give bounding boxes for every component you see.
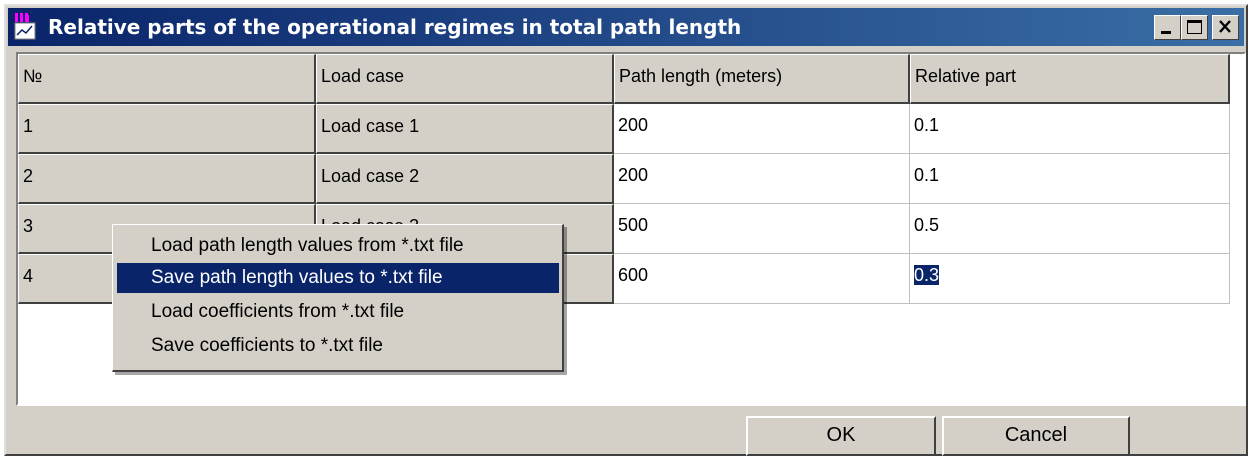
context-menu: Load path length values from *.txt file … <box>112 224 564 372</box>
path-length-cell[interactable]: 600 <box>614 254 910 304</box>
close-button[interactable] <box>1212 15 1239 40</box>
menu-item-load-coefficients[interactable]: Load coefficients from *.txt file <box>117 297 559 327</box>
relative-part-cell[interactable]: 0.1 <box>910 104 1230 154</box>
app-icon <box>14 13 44 41</box>
load-case-cell: Load case 2 <box>316 154 614 204</box>
selected-cell-text: 0.3 <box>914 265 940 285</box>
relative-part-cell[interactable]: 0.1 <box>910 154 1230 204</box>
minimize-icon <box>1161 31 1171 34</box>
relative-part-cell-selected[interactable]: 0.3 <box>910 254 1230 304</box>
minimize-button[interactable] <box>1154 15 1181 40</box>
relative-part-cell[interactable]: 0.5 <box>910 204 1230 254</box>
maximize-button[interactable] <box>1181 15 1208 40</box>
menu-item-save-coefficients[interactable]: Save coefficients to *.txt file <box>117 331 559 361</box>
menu-item-save-path-lengths[interactable]: Save path length values to *.txt file <box>117 263 559 293</box>
menu-item-load-path-lengths[interactable]: Load path length values from *.txt file <box>117 231 559 261</box>
cancel-button[interactable]: Cancel <box>942 416 1130 456</box>
column-header-path-length[interactable]: Path length (meters) <box>614 54 910 104</box>
column-header-relative-part[interactable]: Relative part <box>910 54 1230 104</box>
window-title: Relative parts of the operational regime… <box>48 15 742 39</box>
column-header-load-case[interactable]: Load case <box>316 54 614 104</box>
load-case-cell: Load case 1 <box>316 104 614 154</box>
row-number-cell: 1 <box>18 104 316 154</box>
ok-button[interactable]: OK <box>746 416 936 456</box>
title-bar[interactable]: Relative parts of the operational regime… <box>8 8 1244 46</box>
maximize-icon <box>1187 20 1202 34</box>
path-length-cell[interactable]: 200 <box>614 104 910 154</box>
close-icon <box>1219 20 1231 33</box>
dialog-window: Relative parts of the operational regime… <box>4 4 1248 456</box>
path-length-cell[interactable]: 200 <box>614 154 910 204</box>
column-header-number[interactable]: № <box>18 54 316 104</box>
row-number-cell: 2 <box>18 154 316 204</box>
path-length-cell[interactable]: 500 <box>614 204 910 254</box>
